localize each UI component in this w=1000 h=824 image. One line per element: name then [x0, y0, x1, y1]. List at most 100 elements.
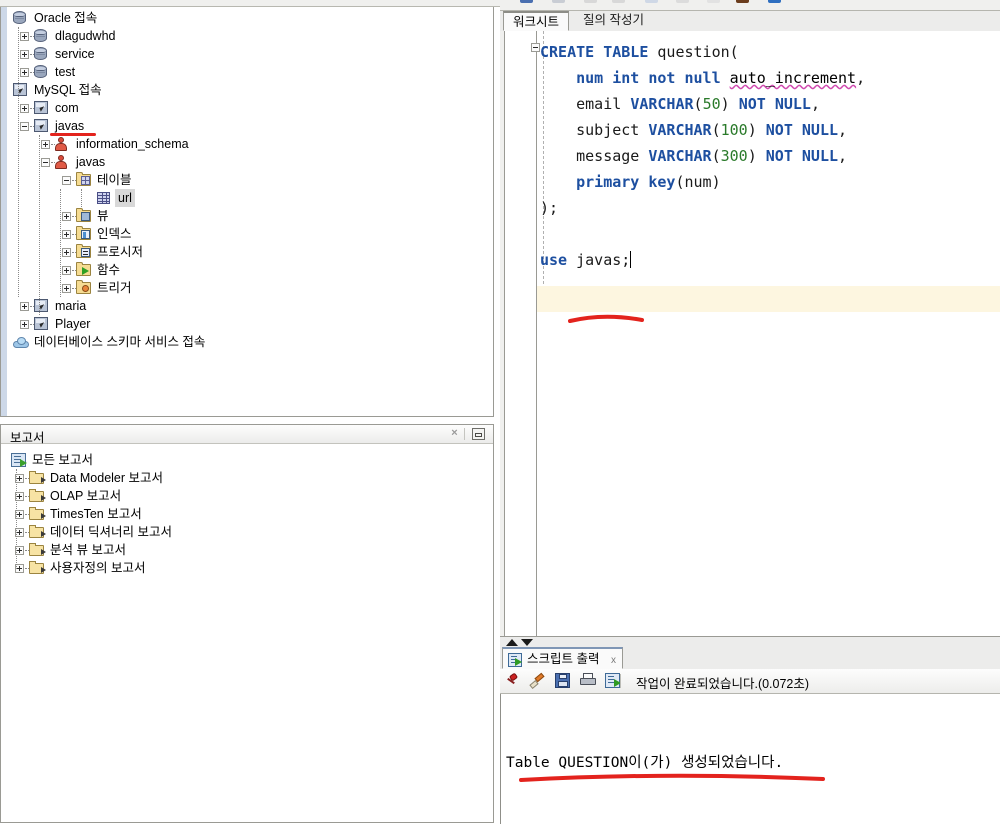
- pin-icon[interactable]: [505, 673, 522, 689]
- tree-node[interactable]: 모든 보고서: [1, 451, 493, 469]
- code-line[interactable]: CREATE TABLE question(: [540, 39, 865, 65]
- code-line[interactable]: email VARCHAR(50) NOT NULL,: [540, 91, 865, 117]
- restore-window-icon[interactable]: [472, 428, 485, 440]
- collapse-icon[interactable]: [62, 176, 71, 185]
- commit-icon[interactable]: [707, 0, 720, 3]
- tree-node[interactable]: test: [1, 63, 493, 81]
- collapse-icon[interactable]: [41, 158, 50, 167]
- scroll-down-icon[interactable]: [521, 639, 533, 646]
- tab-worksheet[interactable]: 워크시트: [503, 11, 570, 31]
- tree-node[interactable]: TimesTen 보고서: [1, 505, 493, 523]
- expand-icon[interactable]: [62, 248, 71, 257]
- tree-node-label: 뷰: [97, 209, 109, 223]
- tree-node[interactable]: javas: [1, 117, 493, 136]
- expand-icon[interactable]: [62, 266, 71, 275]
- tree-node[interactable]: Player: [1, 315, 493, 333]
- toolbar-strip-right[interactable]: [500, 0, 1000, 11]
- annotation-underline-use-javas: [568, 314, 644, 323]
- open-folder-icon: [29, 561, 46, 574]
- folder-index-icon: [76, 226, 91, 240]
- tab-script-output[interactable]: 스크립트 출력 x: [502, 647, 623, 669]
- connections-tree[interactable]: Oracle 접속 dlagudwhd service test MySQL 접속 com…: [1, 9, 493, 351]
- tree-node-label: OLAP 보고서: [50, 489, 122, 503]
- save-icon[interactable]: [552, 0, 565, 3]
- expand-icon[interactable]: [20, 302, 29, 311]
- worksheet-tabbar[interactable]: 워크시트 질의 작성기: [500, 11, 1000, 32]
- explain-plan-icon[interactable]: [768, 0, 781, 3]
- expand-icon[interactable]: [62, 284, 71, 293]
- close-icon[interactable]: ×: [449, 428, 460, 439]
- tab-query-builder[interactable]: 질의 작성기: [574, 11, 653, 31]
- undo-icon[interactable]: [584, 0, 597, 3]
- expand-icon[interactable]: [20, 320, 29, 329]
- code-line[interactable]: num int not null auto_increment,: [540, 65, 865, 91]
- tree-node[interactable]: dlagudwhd: [1, 27, 493, 45]
- editor-line-gutter[interactable]: [505, 31, 537, 636]
- rollback-icon[interactable]: [736, 0, 749, 3]
- tree-node[interactable]: 프로시저: [1, 243, 493, 261]
- expand-icon[interactable]: [20, 104, 29, 113]
- code-line[interactable]: subject VARCHAR(100) NOT NULL,: [540, 117, 865, 143]
- open-icon[interactable]: [520, 0, 533, 3]
- tree-node[interactable]: 트리거: [1, 279, 493, 297]
- print-icon[interactable]: [580, 673, 596, 688]
- tree-node-label: service: [55, 47, 95, 61]
- tree-connector: [60, 189, 62, 297]
- script-output-toolbar[interactable]: 작업이 완료되었습니다.(0.072초): [500, 669, 1000, 694]
- code-fold-toggle[interactable]: [531, 43, 540, 52]
- collapse-icon[interactable]: [20, 122, 29, 131]
- tree-node[interactable]: com: [1, 99, 493, 117]
- code-line[interactable]: message VARCHAR(300) NOT NULL,: [540, 143, 865, 169]
- redo-icon[interactable]: [612, 0, 625, 3]
- eraser-icon[interactable]: [529, 673, 546, 689]
- tree-node[interactable]: 데이터 딕셔너리 보고서: [1, 523, 493, 541]
- tree-node-label: url: [115, 189, 135, 207]
- database-icon: [13, 11, 26, 24]
- script-output-tabbar[interactable]: 스크립트 출력 x: [500, 647, 1000, 670]
- sql-code[interactable]: CREATE TABLE question( num int not null …: [540, 39, 865, 273]
- tree-node[interactable]: maria: [1, 297, 493, 315]
- expand-icon[interactable]: [20, 32, 29, 41]
- tree-node[interactable]: service: [1, 45, 493, 63]
- sql-editor[interactable]: CREATE TABLE question( num int not null …: [500, 31, 1000, 636]
- expand-icon[interactable]: [20, 50, 29, 59]
- script-output-body[interactable]: Table QUESTION이(가) 생성되었습니다.: [500, 694, 1000, 824]
- expand-icon[interactable]: [62, 230, 71, 239]
- run-statement-icon[interactable]: [645, 0, 658, 3]
- toolbar-strip-left: [0, 0, 500, 7]
- tree-connector: [39, 135, 41, 315]
- script-output-icon: [508, 653, 522, 667]
- tree-node[interactable]: 인덱스: [1, 225, 493, 243]
- tree-node[interactable]: javas: [1, 153, 493, 171]
- tree-node-label: 트리거: [97, 281, 132, 295]
- tree-node[interactable]: 테이블: [1, 171, 493, 189]
- code-line[interactable]: [540, 221, 865, 247]
- connection-icon: [13, 83, 27, 96]
- close-icon[interactable]: x: [611, 655, 616, 666]
- code-line[interactable]: );: [540, 195, 865, 221]
- tree-node[interactable]: Data Modeler 보고서: [1, 469, 493, 487]
- reports-tree[interactable]: 모든 보고서 Data Modeler 보고서 OLAP 보고서 TimesTen 보…: [1, 451, 493, 577]
- expand-icon[interactable]: [41, 140, 50, 149]
- tree-node[interactable]: MySQL 접속: [1, 81, 493, 99]
- run-script-icon[interactable]: [676, 0, 689, 3]
- tree-node[interactable]: information_schema: [1, 135, 493, 153]
- reports-panel[interactable]: 보고서 × 모든 보고서 Data Modeler 보고서 OLAP 보고서 Time…: [0, 424, 494, 823]
- code-line[interactable]: use javas;: [540, 247, 865, 273]
- save-icon[interactable]: [555, 673, 570, 688]
- tree-node[interactable]: 사용자정의 보고서: [1, 559, 493, 577]
- tree-node[interactable]: 데이터베이스 스키마 서비스 접속: [1, 333, 493, 351]
- expand-icon[interactable]: [62, 212, 71, 221]
- connections-panel[interactable]: Oracle 접속 dlagudwhd service test MySQL 접속 com…: [0, 7, 494, 417]
- tree-node[interactable]: 함수: [1, 261, 493, 279]
- tree-node[interactable]: 분석 뷰 보고서: [1, 541, 493, 559]
- scroll-up-icon[interactable]: [506, 639, 518, 646]
- run-script-icon[interactable]: [605, 673, 621, 688]
- tree-node[interactable]: url: [1, 189, 493, 207]
- code-line[interactable]: primary key(num): [540, 169, 865, 195]
- tree-node[interactable]: 뷰: [1, 207, 493, 225]
- tree-node[interactable]: OLAP 보고서: [1, 487, 493, 505]
- connection-icon: [34, 317, 48, 330]
- expand-icon[interactable]: [20, 68, 29, 77]
- tree-node[interactable]: Oracle 접속: [1, 9, 493, 27]
